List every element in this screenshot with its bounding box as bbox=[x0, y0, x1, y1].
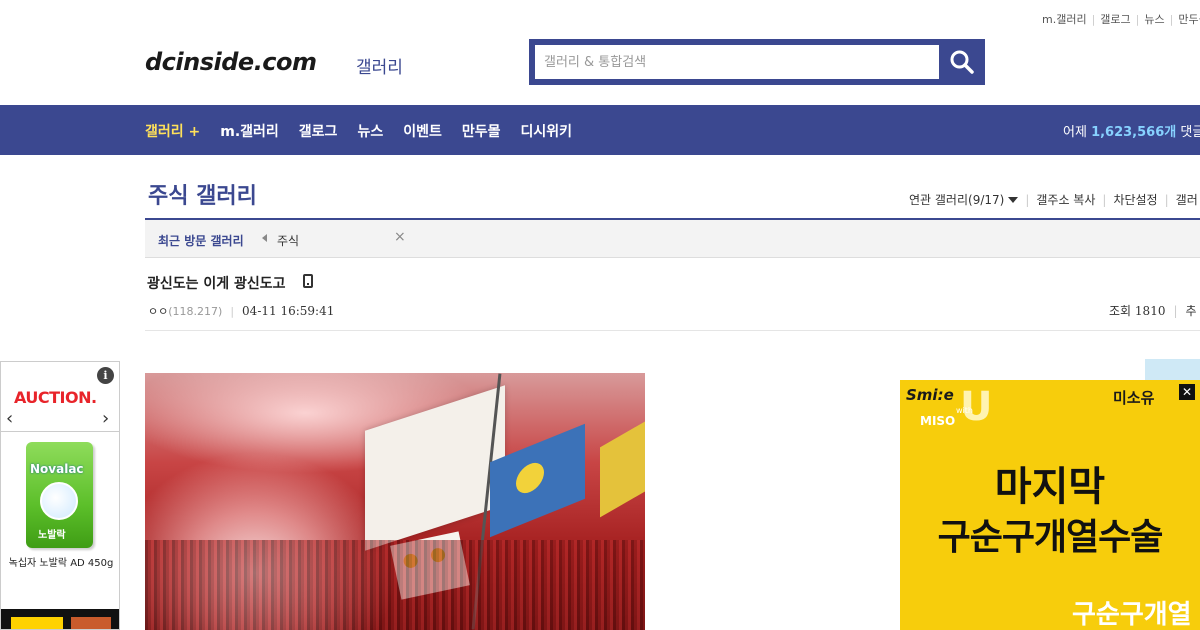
util-link-news[interactable]: 뉴스 bbox=[1144, 13, 1164, 26]
ad-next-item-preview bbox=[1, 609, 119, 629]
post-writer-info: ㅇㅇ(118.217) | 04-11 16:59:41 bbox=[148, 304, 335, 318]
side-widget bbox=[1145, 359, 1200, 381]
ad-brand-logo: AUCTION. bbox=[14, 388, 97, 407]
block-settings-button[interactable]: 차단설정 bbox=[1113, 193, 1157, 207]
ad-product-name[interactable]: 녹십자 노발락 AD 450g bbox=[5, 557, 117, 571]
copy-address-button[interactable]: 갤주소 복사 bbox=[1036, 193, 1095, 207]
nav-item-event[interactable]: 이벤트 bbox=[403, 121, 442, 141]
ad-subheadline: 구순구개열수술 bbox=[937, 517, 1164, 558]
search-input[interactable] bbox=[535, 45, 939, 79]
nav-item-wiki[interactable]: 디시위키 bbox=[520, 121, 572, 141]
ad-prev-arrow-icon[interactable]: ‹ bbox=[6, 408, 13, 429]
recommend-label: 추 bbox=[1185, 304, 1197, 318]
logo-subtitle[interactable]: 갤러리 bbox=[356, 53, 403, 78]
nav-item-mgallery[interactable]: m.갤러리 bbox=[220, 121, 279, 141]
ad-headline: 마지막 bbox=[994, 464, 1106, 510]
post-title: 광신도는 이게 광신도고 bbox=[147, 276, 286, 292]
util-link-gallog[interactable]: 갤로그 bbox=[1100, 13, 1130, 26]
view-count: 1810 bbox=[1134, 304, 1166, 318]
ad-close-icon[interactable]: ✕ bbox=[1179, 384, 1195, 400]
post-date: 04-11 16:59:41 bbox=[242, 304, 335, 318]
search-icon bbox=[950, 50, 974, 74]
gallery-more-link[interactable]: 갤러 bbox=[1176, 193, 1198, 207]
ad-clinic-name: 미소유 bbox=[1113, 389, 1155, 407]
util-link-mall[interactable]: 만두몰 bbox=[1178, 13, 1200, 26]
nav-item-news[interactable]: 뉴스 bbox=[357, 121, 383, 141]
post-header-divider bbox=[145, 330, 1200, 331]
ad-clinic-logo: Smi:e bbox=[906, 386, 954, 404]
nav-item-gallery[interactable]: 갤러리 + bbox=[145, 121, 200, 141]
ad-footer-text: 구순구개열 bbox=[1072, 600, 1192, 630]
util-link-mgallery[interactable]: m.갤러리 bbox=[1042, 13, 1087, 26]
gallery-title[interactable]: 주식 갤러리 bbox=[148, 178, 257, 210]
nav-item-gallog[interactable]: 갤로그 bbox=[299, 121, 338, 141]
gallery-tools: 연관 갤러리(9/17) | 갤주소 복사 | 차단설정 | 갤러 bbox=[909, 193, 1198, 207]
utility-links: m.갤러리|갤로그|뉴스|만두몰 bbox=[1042, 11, 1200, 27]
ad-next-arrow-icon[interactable]: › bbox=[102, 408, 109, 429]
mobile-icon bbox=[303, 274, 313, 288]
post-image[interactable] bbox=[145, 373, 645, 630]
main-nav: 갤러리 + m.갤러리 갤로그 뉴스 이벤트 만두몰 디시위키 어제 1,623… bbox=[0, 105, 1200, 155]
search-bar bbox=[529, 39, 985, 85]
recent-visited-label[interactable]: 최근 방문 갤러리 bbox=[158, 232, 244, 249]
recent-visited-bar: 최근 방문 갤러리 주식 × bbox=[145, 220, 1200, 258]
ad-product-image[interactable]: Novalac 노발락 bbox=[26, 442, 93, 548]
daily-stat: 어제 1,623,566개 댓글 bbox=[1063, 125, 1200, 140]
search-button[interactable] bbox=[939, 39, 985, 85]
info-icon[interactable]: i bbox=[97, 367, 114, 384]
recent-prev-icon[interactable] bbox=[262, 234, 267, 242]
writer-nickname[interactable]: ㅇㅇ bbox=[148, 305, 168, 318]
right-banner-ad[interactable]: U Smi:e with MISO 미소유 ✕ 마지막 구순구개열수술 구순구개… bbox=[900, 380, 1200, 630]
writer-ip: (118.217) bbox=[168, 305, 223, 318]
stat-count: 1,623,566개 bbox=[1091, 125, 1177, 140]
related-gallery-dropdown[interactable]: 연관 갤러리(9/17) bbox=[909, 193, 1019, 207]
post-stats: 조회 1810 | 추 bbox=[1109, 304, 1197, 318]
nav-item-mall[interactable]: 만두몰 bbox=[462, 121, 501, 141]
left-banner-ad[interactable]: i AUCTION. ‹ › Novalac 노발락 녹십자 노발락 AD 45… bbox=[0, 361, 120, 630]
dropdown-arrow-icon bbox=[1008, 197, 1019, 203]
recent-clear-icon[interactable]: × bbox=[394, 229, 406, 245]
site-logo[interactable]: dcinside.com bbox=[145, 48, 317, 76]
recent-item[interactable]: 주식 bbox=[277, 232, 299, 249]
